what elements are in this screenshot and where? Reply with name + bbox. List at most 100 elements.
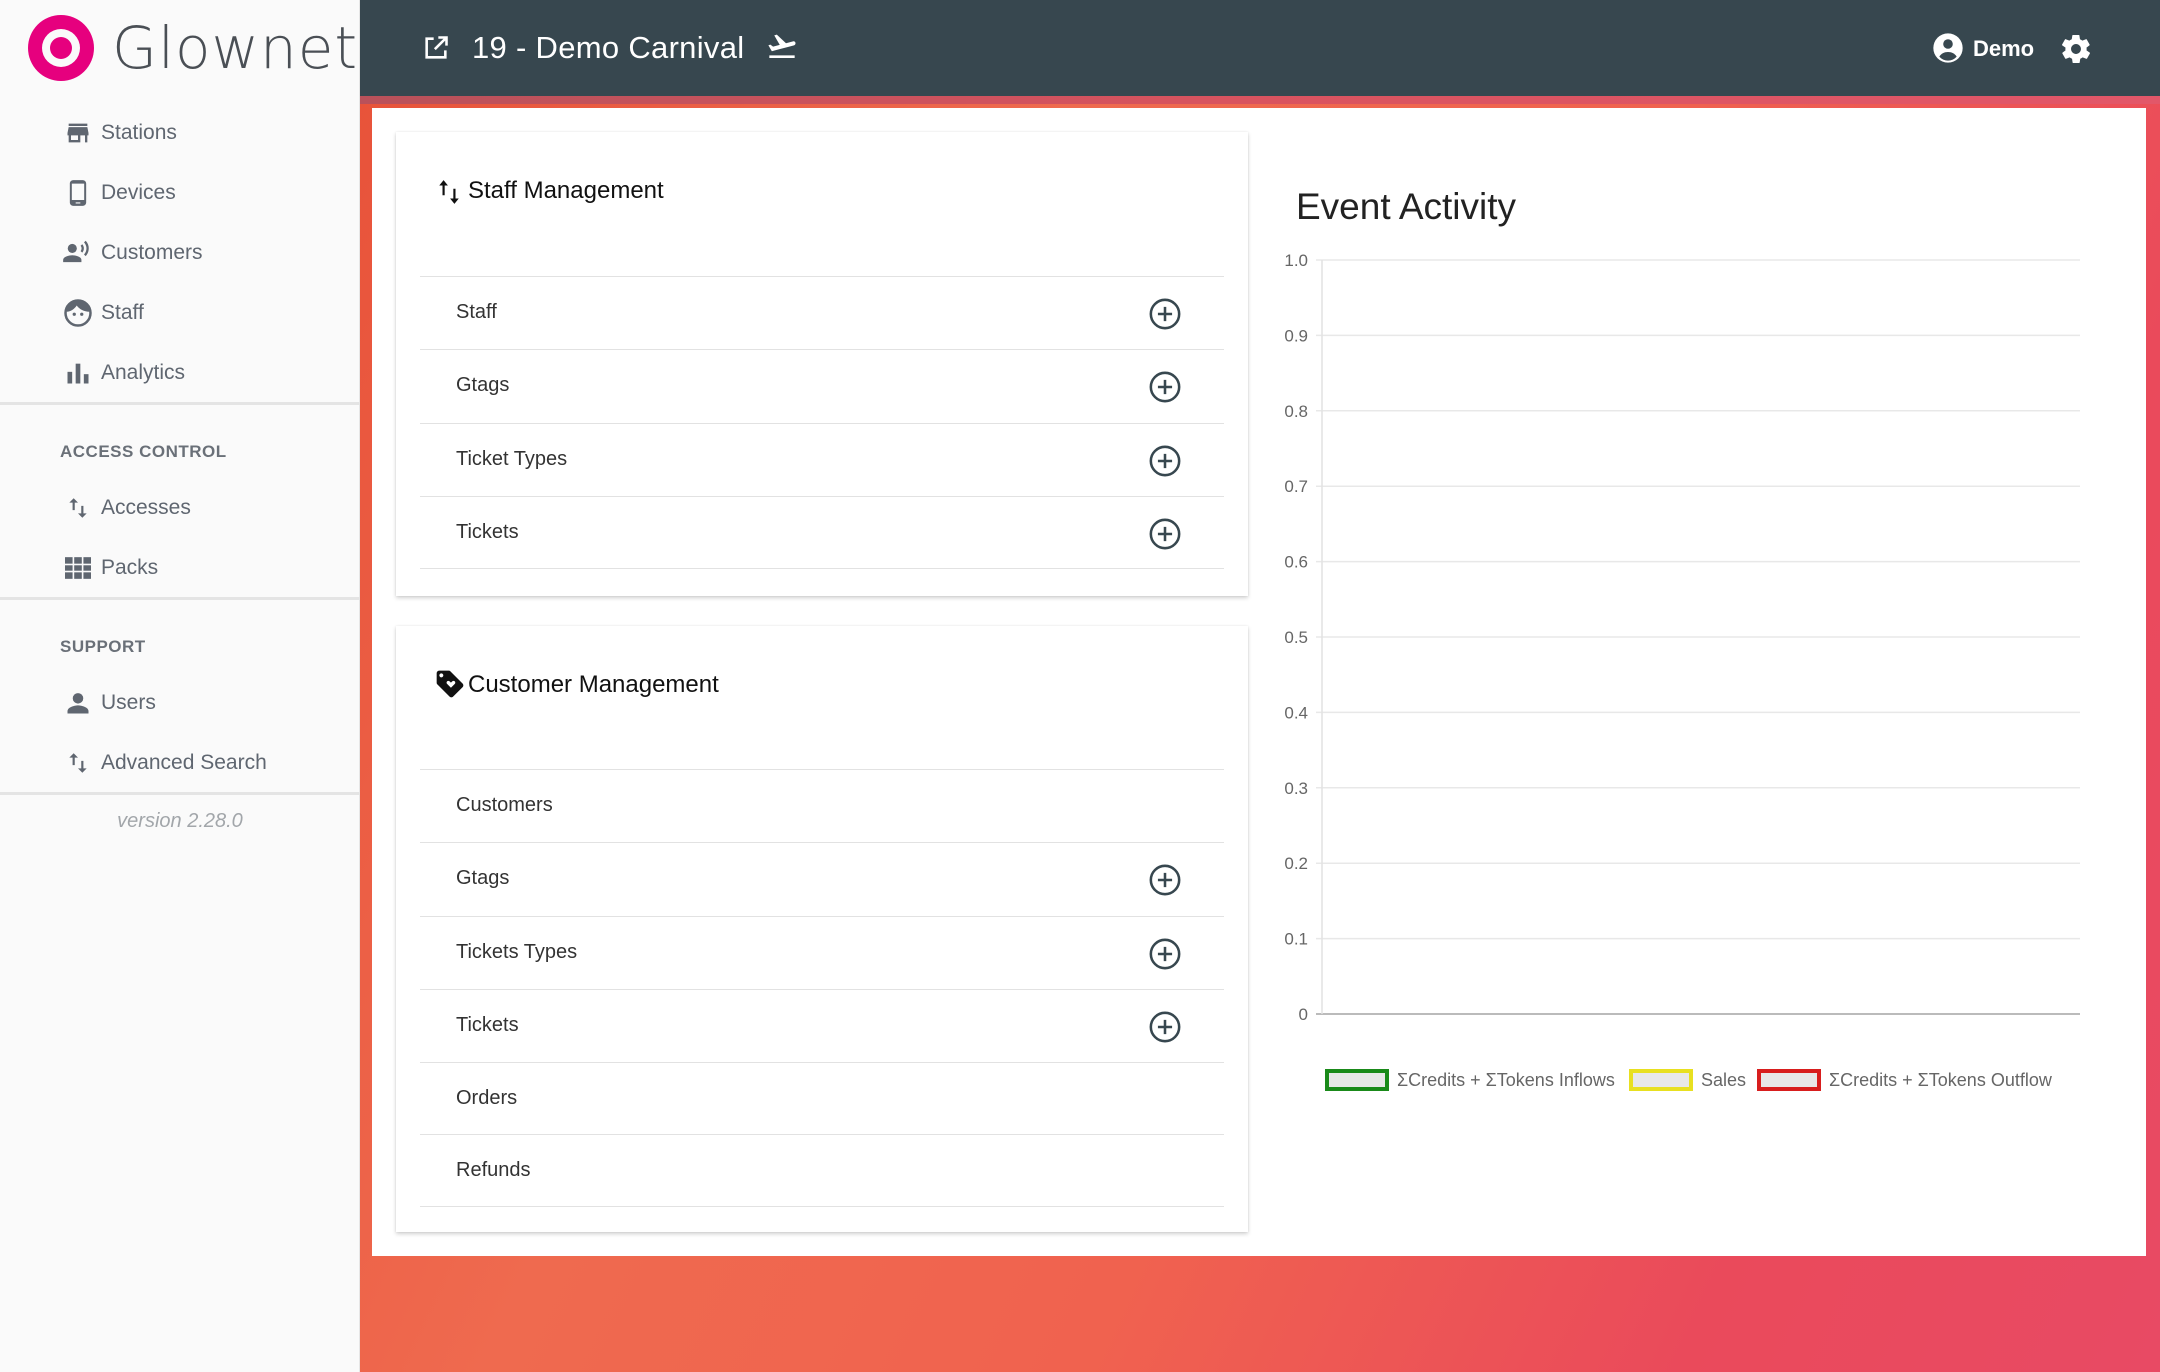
account-circle-icon[interactable] (1932, 32, 1964, 64)
row-label: Refunds (456, 1159, 531, 1181)
legend-item-inflows[interactable]: ΣCredits + ΣTokens Inflows (1325, 1066, 1615, 1094)
store-icon (62, 117, 94, 149)
y-tick-label: 0.4 (1284, 703, 1308, 722)
sidebar-item-packs[interactable]: Packs (0, 540, 360, 596)
brand-name: Glownet (112, 14, 359, 82)
y-tick-label: 0.2 (1284, 854, 1308, 873)
sidebar-item-label: Users (101, 691, 156, 714)
bar-chart-icon (62, 357, 94, 389)
row-label: Staff (456, 301, 497, 323)
sidebar-item-label: Staff (101, 301, 144, 324)
add-circle-icon[interactable] (1148, 370, 1182, 404)
sidebar-item-label: Accesses (101, 496, 191, 519)
settings-gear-icon[interactable] (2059, 32, 2093, 66)
sidebar-item-accesses[interactable]: Accesses (0, 480, 360, 536)
y-tick-label: 0.6 (1284, 553, 1308, 572)
row-label: Tickets (456, 1014, 519, 1036)
customer-voice-icon (62, 237, 94, 269)
list-item[interactable]: Gtags (420, 349, 1224, 422)
sidebar-item-label: Customers (101, 241, 203, 264)
list-item[interactable]: Staff (420, 276, 1224, 349)
add-circle-icon[interactable] (1148, 1010, 1182, 1044)
row-label: Tickets Types (456, 941, 578, 963)
y-tick-label: 0.9 (1284, 326, 1308, 345)
list-item[interactable]: Orders (420, 1062, 1224, 1135)
open-external-icon[interactable] (422, 34, 450, 62)
section-heading-support: SUPPORT (60, 637, 146, 656)
row-label: Ticket Types (456, 448, 568, 470)
glownet-logo-icon (28, 15, 94, 81)
add-circle-icon[interactable] (1148, 297, 1182, 331)
sidebar-item-label: Advanced Search (101, 751, 267, 774)
y-tick-label: 0.3 (1284, 779, 1308, 798)
legend-item-outflow[interactable]: ΣCredits + ΣTokens Outflow (1757, 1066, 2052, 1094)
add-circle-icon[interactable] (1148, 937, 1182, 971)
sidebar-item-label: Analytics (101, 361, 186, 384)
flight-takeoff-icon[interactable] (766, 30, 798, 62)
swap-vertical-icon (436, 176, 466, 208)
row-label: Orders (456, 1087, 518, 1109)
add-circle-icon[interactable] (1148, 517, 1182, 551)
y-tick-label: 1.0 (1284, 251, 1308, 270)
app-version: version 2.28.0 (117, 810, 243, 832)
list-item[interactable]: Refunds (420, 1134, 1224, 1207)
y-tick-label: 0.1 (1284, 930, 1308, 949)
section-heading-access-control: ACCESS CONTROL (60, 442, 227, 461)
sidebar-item-label: Packs (101, 556, 159, 579)
add-circle-icon[interactable] (1148, 444, 1182, 478)
list-item[interactable]: Tickets (420, 496, 1224, 569)
top-header: 19 - Demo Carnival Demo (360, 0, 2160, 96)
swap-vertical-icon (62, 492, 94, 524)
person-icon (62, 687, 94, 719)
y-tick-label: 0 (1299, 1005, 1308, 1024)
row-label: Gtags (456, 867, 510, 889)
sidebar: Glownet Stations Devices Customers Staff… (0, 0, 360, 1372)
chart-title: Event Activity (1296, 186, 1517, 227)
legend-label: ΣCredits + ΣTokens Outflow (1829, 1069, 2052, 1090)
list-item[interactable]: Gtags (420, 842, 1224, 915)
sidebar-divider (0, 597, 360, 600)
legend-item-sales[interactable]: Sales (1629, 1066, 1746, 1094)
sidebar-item-staff[interactable]: Staff (0, 285, 360, 341)
header-shadow-band (360, 96, 2160, 104)
brand-logo[interactable]: Glownet (28, 12, 358, 84)
phone-icon (62, 177, 94, 209)
staff-management-card: Staff Management Staff Gtags Ticket Type… (396, 132, 1248, 596)
face-icon (62, 297, 94, 329)
list-item[interactable]: Tickets Types (420, 916, 1224, 989)
card-title: Customer Management (468, 671, 719, 698)
grid-icon (62, 552, 94, 584)
legend-swatch (1325, 1069, 1389, 1091)
legend-swatch (1757, 1069, 1821, 1091)
event-title: 19 - Demo Carnival (472, 30, 745, 65)
event-activity-chart: 0 0.1 0.2 0.3 0.4 0.5 0.6 0.7 0.8 0.9 1.0 (1284, 251, 2080, 1024)
user-menu-label[interactable]: Demo (1973, 36, 2034, 62)
sidebar-item-users[interactable]: Users (0, 675, 360, 731)
list-item[interactable]: Tickets (420, 989, 1224, 1062)
legend-swatch (1629, 1069, 1693, 1091)
swap-vertical-icon (62, 747, 94, 779)
y-tick-label: 0.8 (1284, 402, 1308, 421)
sidebar-item-analytics[interactable]: Analytics (0, 345, 360, 401)
y-tick-label: 0.7 (1284, 477, 1308, 496)
card-title: Staff Management (468, 177, 664, 204)
legend-label: Sales (1701, 1069, 1747, 1090)
row-label: Tickets (456, 521, 519, 543)
sidebar-item-label: Devices (101, 181, 176, 204)
add-circle-icon[interactable] (1148, 863, 1182, 897)
sidebar-item-customers[interactable]: Customers (0, 225, 360, 281)
row-label: Customers (456, 794, 553, 816)
customer-management-card: Customer Management Customers Gtags Tick… (396, 626, 1248, 1232)
loyalty-tag-icon (434, 668, 464, 700)
sidebar-item-advanced-search[interactable]: Advanced Search (0, 735, 360, 791)
sidebar-item-stations[interactable]: Stations (0, 105, 360, 161)
legend-label: ΣCredits + ΣTokens Inflows (1397, 1069, 1615, 1090)
sidebar-item-label: Stations (101, 121, 177, 144)
list-item[interactable]: Customers (420, 769, 1224, 842)
row-label: Gtags (456, 374, 510, 396)
y-tick-label: 0.5 (1284, 628, 1308, 647)
sidebar-item-devices[interactable]: Devices (0, 165, 360, 221)
sidebar-divider (0, 792, 360, 795)
list-item[interactable]: Ticket Types (420, 423, 1224, 496)
sidebar-divider (0, 402, 360, 405)
